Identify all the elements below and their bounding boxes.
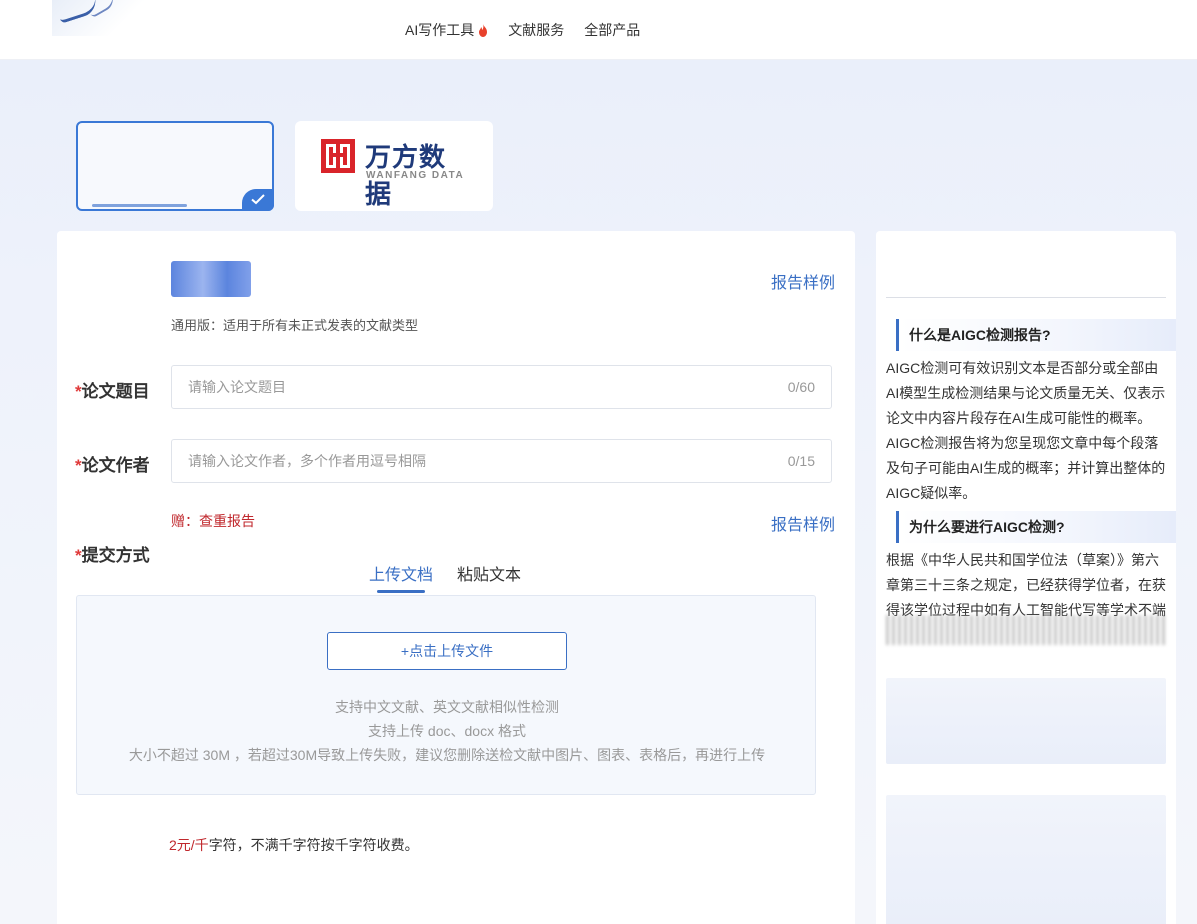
upload-file-button[interactable]: +点击上传文件: [327, 632, 567, 670]
info-sidebar: 什么是AIGC检测报告? AIGC检测可有效识别文本是否部分或全部由AI模型生成…: [876, 231, 1176, 924]
wanfang-logo: 万方数据 WANFANG DATA: [321, 137, 471, 210]
nav-item-label: 全部产品: [584, 22, 641, 38]
sidebar-promo-block[interactable]: [886, 678, 1166, 764]
report-sample-link-2[interactable]: 报告样例: [771, 511, 835, 535]
required-mark: *: [75, 546, 82, 565]
sidebar-heading-what: 什么是AIGC检测报告?: [896, 319, 1176, 351]
nav-item-literature[interactable]: 文献服务: [508, 20, 564, 40]
product-badge: [171, 261, 251, 297]
source-card-wanfang[interactable]: 万方数据 WANFANG DATA: [295, 121, 493, 211]
check-icon: [251, 194, 265, 205]
upload-hint: 支持上传 doc、docx 格式: [368, 723, 526, 739]
sidebar-text-why: 根据《中华人民共和国学位法（草案）》第六章第三十三条之规定，已经获得学位者，在获…: [886, 552, 1166, 618]
required-mark: *: [75, 456, 82, 475]
sidebar-divider: [886, 297, 1166, 298]
fire-icon: [479, 23, 488, 37]
form-panel: 报告样例 通用版：适用于所有未正式发表的文献类型 *论文题目 0/60 *论文作…: [57, 231, 855, 924]
sidebar-heading-why: 为什么要进行AIGC检测?: [896, 511, 1176, 543]
wanfang-mark-icon: [321, 139, 355, 173]
main-nav: AI写作工具 文献服务 全部产品: [405, 20, 660, 40]
submit-tabs: 上传文档 粘贴文本: [369, 561, 521, 593]
selected-check-badge: [242, 189, 274, 211]
title-input[interactable]: [188, 379, 788, 395]
author-input[interactable]: [188, 453, 788, 469]
report-sample-link[interactable]: 报告样例: [771, 269, 835, 293]
upload-hint: 大小不超过 30M ，若超过30M导致上传失败，建议您删除送检文献中图片、图表、…: [128, 747, 766, 763]
site-logo[interactable]: [52, 0, 172, 36]
required-mark: *: [75, 382, 82, 401]
sidebar-text-what: AIGC检测可有效识别文本是否部分或全部由AI模型生成检测结果与论文质量无关、仅…: [886, 360, 1166, 501]
card-underline: [92, 204, 187, 207]
tab-upload-document[interactable]: 上传文档: [369, 561, 433, 593]
submit-method-label: *提交方式: [75, 546, 150, 565]
price-rate: 2元/千: [169, 837, 209, 853]
upload-dropzone[interactable]: +点击上传文件 支持中文文献、英文文献相似性检测 支持上传 doc、docx 格…: [76, 595, 816, 795]
top-header: AI写作工具 文献服务 全部产品: [0, 0, 1197, 60]
source-card-selected[interactable]: [76, 121, 274, 211]
upload-hint: 支持中文文献、英文文献相似性检测: [335, 699, 559, 715]
title-field[interactable]: 0/60: [171, 365, 832, 409]
nav-item-label: AI写作工具: [405, 22, 475, 38]
title-counter: 0/60: [787, 379, 815, 395]
title-label: *论文题目: [75, 382, 150, 401]
price-rule: 字符，不满千字符按千字符收费。: [208, 837, 419, 853]
nav-item-label: 文献服务: [508, 22, 565, 38]
version-description: 通用版：适用于所有未正式发表的文献类型: [171, 318, 419, 333]
nav-item-ai-writing[interactable]: AI写作工具: [405, 20, 488, 40]
sidebar-blurred-text: [886, 615, 1168, 645]
gift-note: 赠：查重报告: [171, 513, 255, 529]
author-counter: 0/15: [787, 453, 815, 469]
price-note: 2元/千字符，不满千字符按千字符收费。: [169, 835, 419, 855]
author-field[interactable]: 0/15: [171, 439, 832, 483]
nav-item-all-products[interactable]: 全部产品: [584, 20, 640, 40]
sidebar-promo-block[interactable]: [886, 795, 1166, 924]
tab-paste-text[interactable]: 粘贴文本: [457, 561, 521, 591]
author-label: *论文作者: [75, 456, 150, 475]
wanfang-subtitle: WANFANG DATA: [366, 170, 465, 181]
